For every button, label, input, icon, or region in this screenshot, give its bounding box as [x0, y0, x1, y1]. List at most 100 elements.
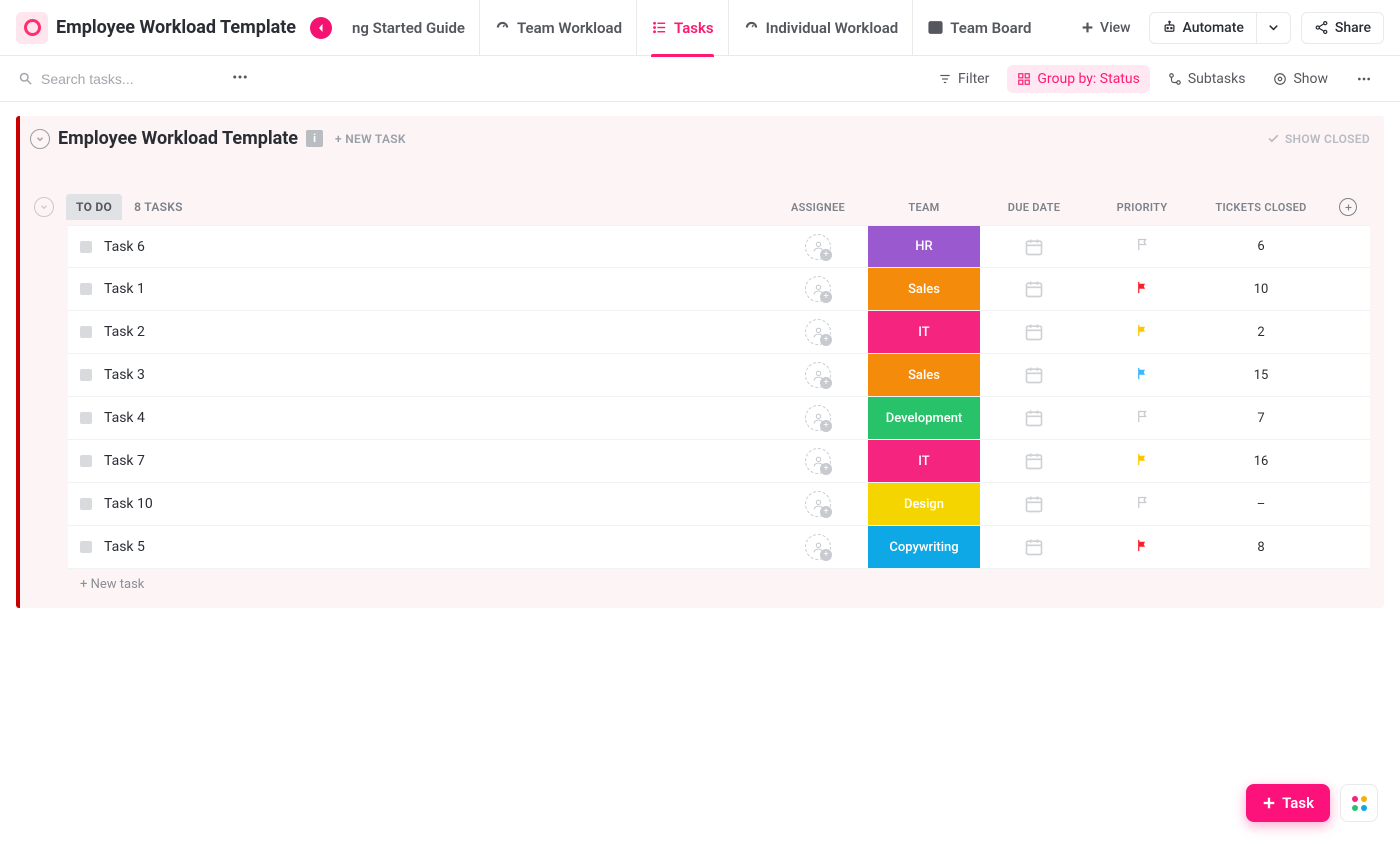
assignee-add-button[interactable]: +	[805, 405, 831, 431]
task-name-cell[interactable]: Task 2	[68, 311, 768, 353]
task-name-cell[interactable]: Task 5	[68, 526, 768, 568]
tickets-cell[interactable]: 2	[1196, 311, 1326, 353]
robot-icon	[1162, 20, 1177, 35]
task-name-cell[interactable]: Task 6	[68, 226, 768, 267]
task-name-cell[interactable]: Task 3	[68, 354, 768, 396]
team-cell[interactable]: Sales	[868, 268, 980, 310]
tickets-cell[interactable]: 10	[1196, 268, 1326, 310]
section-new-task-button[interactable]: + NEW TASK	[335, 132, 406, 146]
due-date-button[interactable]	[1024, 322, 1044, 342]
task-name-cell[interactable]: Task 7	[68, 440, 768, 482]
col-header-tickets[interactable]: TICKETS CLOSED	[1196, 201, 1326, 214]
tab-getting-started[interactable]: ng Started Guide	[338, 0, 479, 56]
priority-flag-button[interactable]	[1135, 237, 1150, 256]
due-date-cell	[980, 526, 1088, 568]
due-date-button[interactable]	[1024, 237, 1044, 257]
status-collapse-button[interactable]	[34, 197, 54, 217]
assignee-cell: +	[768, 354, 868, 396]
share-button[interactable]: Share	[1301, 12, 1384, 44]
row-extra-cell	[1326, 311, 1370, 353]
assignee-add-button[interactable]: +	[805, 362, 831, 388]
tab-individual-workload[interactable]: Individual Workload	[728, 0, 913, 56]
priority-flag-button[interactable]	[1135, 452, 1150, 471]
assignee-add-button[interactable]: +	[805, 319, 831, 345]
priority-flag-button[interactable]	[1135, 495, 1150, 514]
task-checkbox[interactable]	[80, 541, 92, 553]
col-header-priority[interactable]: PRIORITY	[1088, 201, 1196, 214]
subtasks-button[interactable]: Subtasks	[1158, 65, 1256, 93]
due-date-button[interactable]	[1024, 408, 1044, 428]
assignee-add-button[interactable]: +	[805, 534, 831, 560]
task-checkbox[interactable]	[80, 412, 92, 424]
assignee-cell: +	[768, 397, 868, 439]
assignee-cell: +	[768, 526, 868, 568]
more-button[interactable]	[223, 64, 257, 94]
priority-flag-button[interactable]	[1135, 323, 1150, 342]
col-header-due[interactable]: DUE DATE	[980, 201, 1088, 214]
team-cell[interactable]: Copywriting	[868, 526, 980, 568]
task-name: Task 1	[104, 281, 145, 297]
assignee-add-button[interactable]: +	[805, 491, 831, 517]
fab-new-task-button[interactable]: Task	[1246, 784, 1330, 822]
team-cell[interactable]: IT	[868, 311, 980, 353]
status-badge[interactable]: TO DO	[66, 194, 122, 220]
add-view-button[interactable]: View	[1073, 14, 1139, 42]
toolbar-more-button[interactable]	[1346, 65, 1382, 93]
due-date-button[interactable]	[1024, 537, 1044, 557]
label: Task	[1282, 794, 1314, 812]
team-cell[interactable]: Design	[868, 483, 980, 525]
task-row: Task 1 + Sales 10	[68, 268, 1370, 311]
assignee-add-button[interactable]: +	[805, 448, 831, 474]
task-checkbox[interactable]	[80, 241, 92, 253]
tickets-cell[interactable]: 7	[1196, 397, 1326, 439]
section-collapse-button[interactable]	[30, 129, 50, 149]
task-checkbox[interactable]	[80, 369, 92, 381]
tickets-cell[interactable]: 16	[1196, 440, 1326, 482]
task-name-cell[interactable]: Task 10	[68, 483, 768, 525]
team-cell[interactable]: IT	[868, 440, 980, 482]
tickets-cell[interactable]: –	[1196, 483, 1326, 525]
automate-dropdown-button[interactable]	[1256, 12, 1291, 44]
tab-team-workload[interactable]: Team Workload	[479, 0, 636, 56]
tickets-cell[interactable]: 8	[1196, 526, 1326, 568]
tickets-cell[interactable]: 6	[1196, 226, 1326, 267]
add-column-button[interactable]	[1339, 198, 1357, 216]
team-cell[interactable]: Development	[868, 397, 980, 439]
col-header-assignee[interactable]: ASSIGNEE	[768, 201, 868, 214]
team-cell[interactable]: HR	[868, 226, 980, 267]
team-cell[interactable]: Sales	[868, 354, 980, 396]
priority-flag-button[interactable]	[1135, 409, 1150, 428]
due-date-button[interactable]	[1024, 451, 1044, 471]
due-date-button[interactable]	[1024, 494, 1044, 514]
search-input[interactable]	[41, 71, 211, 87]
new-task-row-button[interactable]: + New task	[34, 569, 1370, 598]
task-name-cell[interactable]: Task 1	[68, 268, 768, 310]
show-button[interactable]: Show	[1263, 65, 1338, 93]
task-checkbox[interactable]	[80, 326, 92, 338]
priority-flag-button[interactable]	[1135, 366, 1150, 385]
fab-apps-button[interactable]	[1340, 784, 1378, 822]
priority-flag-button[interactable]	[1135, 538, 1150, 557]
nav-prev-button[interactable]	[310, 17, 332, 39]
due-date-button[interactable]	[1024, 279, 1044, 299]
tab-team-board[interactable]: Team Board	[912, 0, 1045, 56]
tickets-cell[interactable]: 15	[1196, 354, 1326, 396]
col-header-team[interactable]: TEAM	[868, 201, 980, 214]
filter-button[interactable]: Filter	[928, 65, 999, 93]
groupby-button[interactable]: Group by: Status	[1007, 65, 1149, 93]
assignee-add-button[interactable]: +	[805, 234, 831, 260]
row-extra-cell	[1326, 397, 1370, 439]
task-name-cell[interactable]: Task 4	[68, 397, 768, 439]
info-icon[interactable]: i	[306, 130, 323, 147]
due-date-button[interactable]	[1024, 365, 1044, 385]
task-checkbox[interactable]	[80, 455, 92, 467]
workspace-icon[interactable]	[16, 12, 48, 44]
task-checkbox[interactable]	[80, 283, 92, 295]
task-checkbox[interactable]	[80, 498, 92, 510]
dots-horizontal-icon	[1356, 71, 1372, 87]
priority-flag-button[interactable]	[1135, 280, 1150, 299]
automate-button[interactable]: Automate	[1149, 12, 1256, 44]
tab-tasks[interactable]: Tasks	[636, 0, 728, 56]
assignee-add-button[interactable]: +	[805, 276, 831, 302]
show-closed-button[interactable]: SHOW CLOSED	[1267, 132, 1370, 146]
